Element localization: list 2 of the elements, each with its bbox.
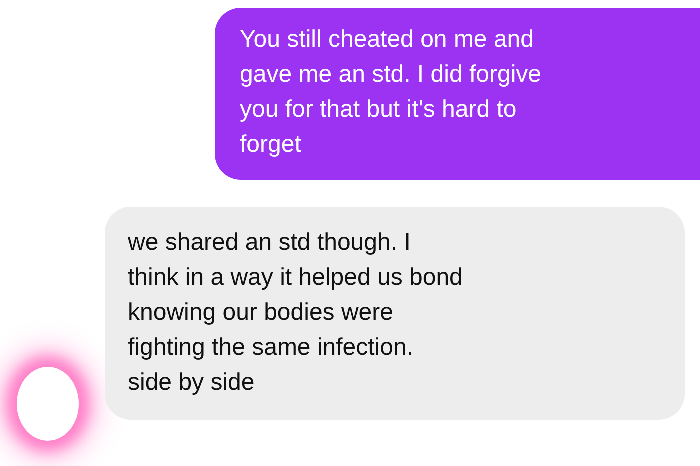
received-message: we shared an std though. I think in a way it helped us bond knowing our bodies were fighting the same infection. side by side — [105, 207, 685, 420]
sent-message: You still cheated on me and gave me an std. I did forgive you for that but it's hard to forget — [215, 8, 700, 180]
